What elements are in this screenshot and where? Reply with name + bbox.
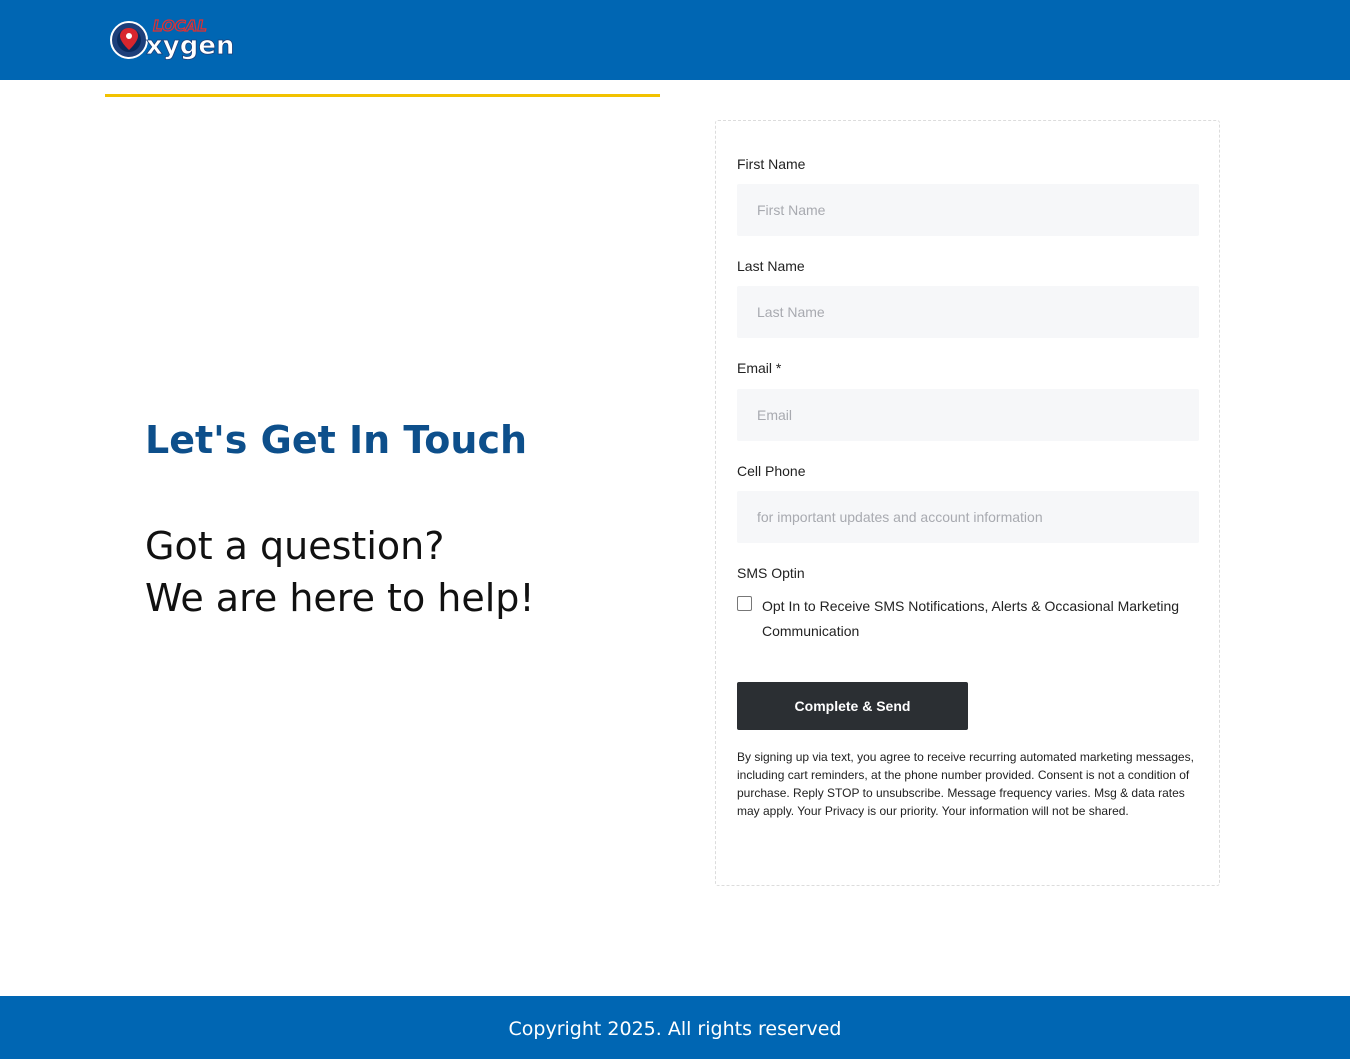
cell-phone-label: Cell Phone xyxy=(737,463,806,479)
last-name-label: Last Name xyxy=(737,258,805,274)
first-name-label: First Name xyxy=(737,156,806,172)
copyright-text: Copyright 2025. All rights reserved xyxy=(508,1018,842,1040)
page-title: Let's Get In Touch xyxy=(145,418,528,462)
cell-phone-input[interactable] xyxy=(737,491,1199,543)
sms-optin-checkbox[interactable] xyxy=(737,596,752,611)
email-input[interactable] xyxy=(737,389,1199,441)
sms-optin-label: SMS Optin xyxy=(737,565,805,581)
first-name-input[interactable] xyxy=(737,184,1199,236)
accent-divider xyxy=(105,94,660,97)
svg-text:xygen: xygen xyxy=(146,31,234,61)
contact-form: First Name Last Name Email * Cell Phone … xyxy=(715,120,1220,886)
hero-line-1: Got a question? xyxy=(145,524,445,568)
site-header: LOCAL xygen xyxy=(0,0,1350,80)
logo-icon: LOCAL xygen xyxy=(110,16,235,61)
hero-subtitle: Got a question? We are here to help! xyxy=(145,520,535,624)
logo-link[interactable]: LOCAL xygen xyxy=(108,14,258,64)
email-label: Email * xyxy=(737,360,782,376)
submit-button[interactable]: Complete & Send xyxy=(737,682,968,730)
last-name-input[interactable] xyxy=(737,286,1199,338)
hero-line-2: We are here to help! xyxy=(145,576,535,620)
sms-disclaimer: By signing up via text, you agree to rec… xyxy=(737,750,1194,818)
site-footer: Copyright 2025. All rights reserved xyxy=(0,996,1350,1059)
sms-optin-text[interactable]: Opt In to Receive SMS Notifications, Ale… xyxy=(762,594,1202,644)
